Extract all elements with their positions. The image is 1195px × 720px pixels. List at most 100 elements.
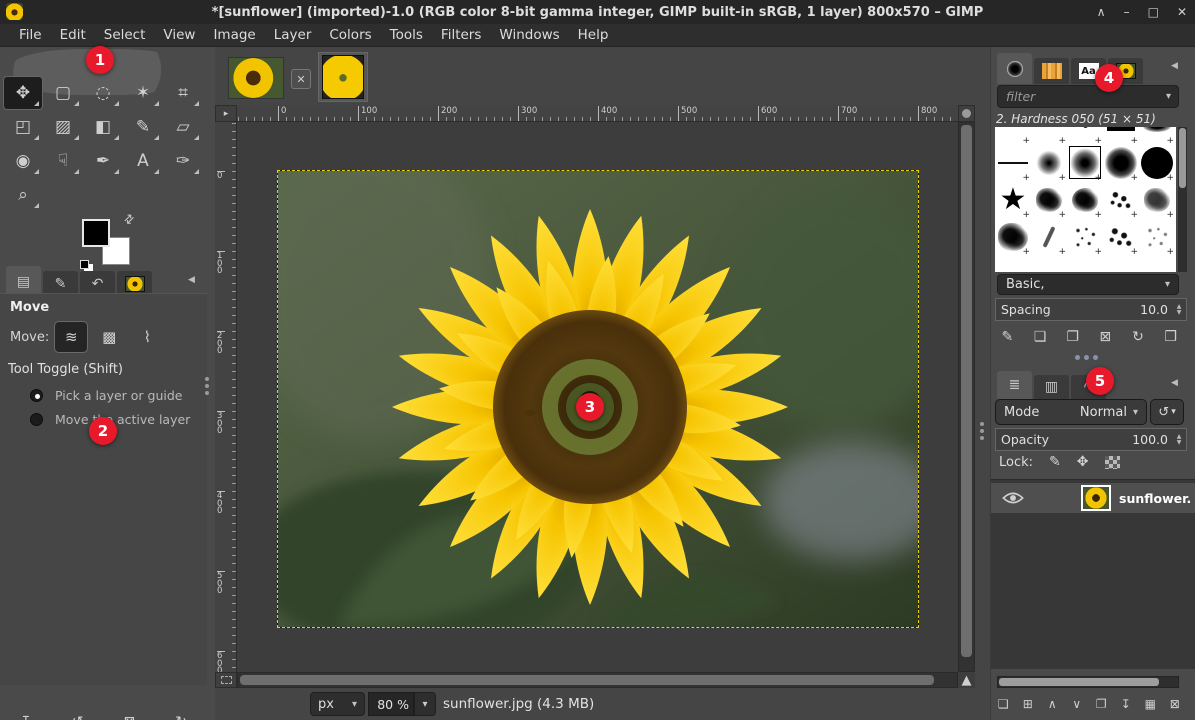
zoom-follow-window-button[interactable] (958, 105, 975, 122)
brush-group-select[interactable]: Basic, ▾ (997, 274, 1179, 295)
menu-tools[interactable]: Tools (381, 27, 432, 43)
tab-layers[interactable]: ≣ (997, 371, 1032, 399)
delete-brush-button[interactable]: ⊠ (1092, 325, 1118, 349)
tab-channels[interactable]: ▥ (1034, 375, 1069, 399)
brush-thumbnail[interactable] (1031, 181, 1067, 218)
duplicate-layer-button[interactable]: ❐ (1090, 692, 1112, 716)
pick-layer-radio[interactable] (30, 389, 43, 402)
vertical-ruler[interactable]: 0 100 200 300 400 500 600 (215, 122, 237, 672)
spacing-control[interactable]: Spacing 10.0 ▲ ▼ (995, 298, 1187, 321)
menu-edit[interactable]: Edit (51, 27, 95, 43)
layer-list-scrollbar[interactable] (997, 676, 1179, 688)
menu-layer[interactable]: Layer (265, 27, 321, 43)
merge-layer-button[interactable]: ↧ (1115, 692, 1137, 716)
left-dock-resize-handle[interactable] (205, 377, 209, 381)
brush-thumbnail[interactable] (1067, 181, 1103, 218)
menu-image[interactable]: Image (204, 27, 264, 43)
raise-layer-button[interactable]: ∧ (1041, 692, 1063, 716)
layer-list-scrollbar-thumb[interactable] (999, 678, 1159, 686)
brush-thumbnail[interactable] (1031, 144, 1067, 181)
new-brush-button[interactable]: ❏ (1027, 325, 1053, 349)
shade-window-button[interactable]: ∧ (1097, 0, 1106, 24)
save-tool-preset-button[interactable]: ↧ (13, 710, 39, 720)
layer-name[interactable]: sunflower. (1119, 491, 1191, 506)
spin-down-icon[interactable]: ▼ (1177, 440, 1182, 446)
rectangle-select-tool-button[interactable]: ▢ (44, 77, 82, 109)
bucket-fill-tool-button[interactable]: ◧ (84, 111, 122, 143)
tab-patterns[interactable] (1034, 58, 1069, 84)
brush-thumbnail[interactable] (995, 218, 1031, 255)
maximize-button[interactable]: □ (1148, 0, 1159, 24)
new-layer-button[interactable]: ❏ (992, 692, 1014, 716)
zoom-tool-button[interactable]: ⌕ (4, 179, 42, 211)
layer-visibility-eye-icon[interactable] (1002, 491, 1024, 505)
brush-thumbnail[interactable] (1103, 127, 1139, 144)
refresh-brushes-button[interactable]: ↻ (1125, 325, 1151, 349)
image-tab-sunflower[interactable] (228, 57, 284, 99)
reset-tool-options-button[interactable]: ↻ (168, 710, 194, 720)
delete-tool-preset-button[interactable]: ⊠ (116, 710, 142, 720)
layers-dock-menu-button[interactable]: ◀ (1171, 378, 1178, 388)
opacity-spinner[interactable]: ▲ ▼ (1172, 429, 1186, 450)
lower-layer-button[interactable]: ∨ (1066, 692, 1088, 716)
smudge-tool-button[interactable]: ☟ (44, 145, 82, 177)
foreground-color-swatch[interactable] (82, 219, 110, 247)
layer-row-sunflower[interactable]: sunflower. (991, 483, 1195, 513)
quick-mask-toggle-button[interactable] (215, 672, 237, 688)
navigation-button[interactable]: ▲ (958, 672, 975, 688)
brush-thumbnail[interactable] (1139, 181, 1175, 218)
spin-down-icon[interactable]: ▼ (1177, 310, 1182, 316)
brush-thumbnail[interactable] (1139, 218, 1175, 255)
close-button[interactable]: ✕ (1177, 0, 1187, 24)
brush-thumbnail[interactable] (1103, 218, 1139, 255)
fuzzy-select-tool-button[interactable]: ✶ (124, 77, 162, 109)
brush-thumbnail[interactable] (1139, 127, 1175, 144)
move-active-layer-radio[interactable] (30, 413, 43, 426)
menu-filters[interactable]: Filters (432, 27, 490, 43)
crop-tool-button[interactable]: ⌗ (164, 77, 202, 109)
lock-position-button[interactable]: ✥ (1077, 454, 1089, 470)
transform-tool-button[interactable]: ◰ (4, 111, 42, 143)
restore-tool-preset-button[interactable]: ↺ (65, 710, 91, 720)
zoom-level-input[interactable]: 80 % (368, 692, 414, 716)
brush-thumbnail[interactable] (1031, 218, 1067, 255)
text-tool-button[interactable]: A (124, 145, 162, 177)
free-select-tool-button[interactable]: ◌ (84, 77, 122, 109)
brush-thumbnail[interactable] (1103, 181, 1139, 218)
brushes-dock-menu-button[interactable]: ◀ (1171, 61, 1178, 71)
menu-help[interactable]: Help (569, 27, 618, 43)
duplicate-brush-button[interactable]: ❐ (1060, 325, 1086, 349)
image-tab-active[interactable] (318, 52, 368, 102)
paintbrush-tool-button[interactable]: ✎ (124, 111, 162, 143)
brush-thumbnail[interactable] (1139, 144, 1175, 181)
brush-filter-input[interactable] (998, 89, 1166, 104)
right-dock-resize-handle[interactable] (980, 422, 984, 426)
brush-thumbnail[interactable] (1103, 144, 1139, 181)
lock-alpha-button[interactable] (1105, 456, 1120, 469)
brush-thumbnail[interactable] (995, 144, 1031, 181)
brush-thumbnail-selected[interactable] (1067, 144, 1103, 181)
brush-thumbnail[interactable] (995, 127, 1031, 144)
horizontal-scrollbar[interactable] (237, 672, 958, 688)
vertical-scrollbar[interactable] (958, 122, 975, 672)
move-selection-option-button[interactable]: ▩ (93, 322, 125, 352)
layer-thumbnail[interactable] (1081, 485, 1111, 511)
move-path-option-button[interactable]: ⌇ (131, 322, 163, 352)
unit-select[interactable]: px ▾ (310, 692, 365, 716)
mode-group-switch-button[interactable]: ↺ ▾ (1150, 399, 1184, 425)
brush-grid-scrollbar-thumb[interactable] (1179, 128, 1186, 188)
vertical-scrollbar-thumb[interactable] (961, 125, 972, 657)
delete-layer-button[interactable]: ⊠ (1164, 692, 1186, 716)
paths-tool-button[interactable]: ✒ (84, 145, 122, 177)
brush-thumbnail[interactable] (1067, 127, 1103, 144)
menu-file[interactable]: File (10, 27, 51, 43)
horizontal-scrollbar-thumb[interactable] (240, 675, 934, 685)
brush-grid-scrollbar[interactable] (1178, 127, 1187, 272)
menu-colors[interactable]: Colors (320, 27, 380, 43)
eraser-tool-button[interactable]: ▱ (164, 111, 202, 143)
move-layer-option-button[interactable]: ≋ (55, 322, 87, 352)
edit-brush-button[interactable]: ✎ (994, 325, 1020, 349)
menu-view[interactable]: View (154, 27, 204, 43)
toolbox-dock-menu-button[interactable]: ◀ (188, 275, 195, 285)
horizontal-ruler[interactable]: 0 100 200 300 400 500 600 700 800 (237, 105, 958, 122)
